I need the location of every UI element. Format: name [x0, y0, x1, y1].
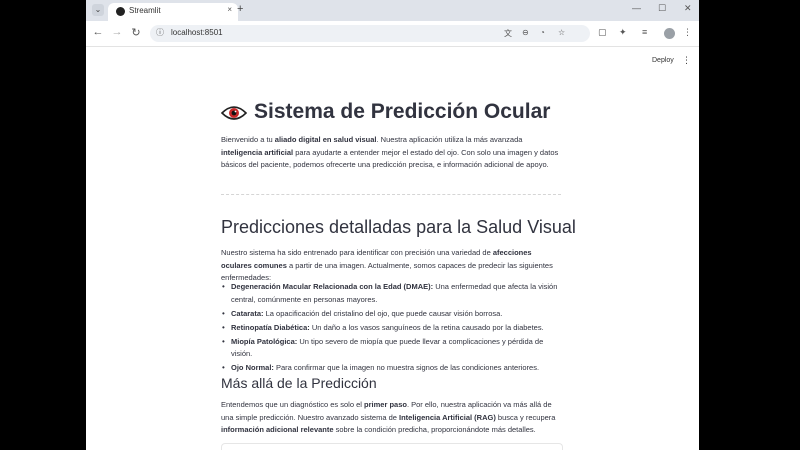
back-arrow-icon[interactable]: ← [91, 26, 105, 38]
intro-paragraph: Bienvenido a tu aliado digital en salud … [221, 135, 559, 169]
deploy-button[interactable]: Deploy [652, 57, 674, 64]
tab-title: Streamlit [129, 6, 161, 15]
section-heading-predicciones: Predicciones detalladas para la Salud Vi… [221, 217, 576, 237]
list-item: Ojo Normal: Para confirmar que la imagen… [221, 362, 561, 375]
tab-search-button[interactable]: ⌄ [92, 4, 104, 16]
url-text: localhost:8501 [171, 28, 223, 37]
puzzle-icon[interactable]: ✦ [619, 27, 627, 38]
content-card [221, 443, 563, 450]
tab-strip: ⌄ Streamlit × + — ☐ ✕ [86, 0, 699, 21]
minimize-button[interactable]: — [632, 3, 641, 13]
profile-avatar[interactable] [664, 28, 675, 39]
list-item: Catarata: La opacificación del cristalin… [221, 308, 561, 321]
site-info-icon[interactable]: ⓘ [156, 27, 164, 38]
list-item: Degeneración Macular Relacionada con la … [221, 281, 561, 306]
address-bar[interactable]: ⓘ localhost:8501 文 ⊖ ◔ ☆ [150, 25, 590, 42]
window-close-button[interactable]: ✕ [684, 3, 692, 14]
browser-window: ⌄ Streamlit × + — ☐ ✕ ← → ↻ ⓘ localhost:… [86, 0, 699, 450]
bookmark-star-icon[interactable]: ☆ [558, 28, 565, 37]
section2-paragraph: Entendemos que un diagnóstico es solo el… [221, 400, 556, 434]
eye-icon [221, 106, 247, 120]
browser-tab[interactable]: Streamlit × [108, 3, 238, 21]
app-menu-icon[interactable]: ⋮ [682, 55, 691, 66]
performance-icon[interactable]: ◔ [540, 28, 545, 37]
browser-toolbar: ← → ↻ ⓘ localhost:8501 文 ⊖ ◔ ☆ ▢ ✦ ≡ ⋮ [86, 21, 699, 47]
section1-paragraph: Nuestro sistema ha sido entrenado para i… [221, 248, 553, 282]
browser-menu-icon[interactable]: ⋮ [683, 27, 692, 38]
page-title: Sistema de Predicción Ocular [254, 100, 551, 123]
translate-icon[interactable]: 文 [504, 28, 512, 39]
extension-icon[interactable]: ▢ [598, 27, 607, 38]
disease-list: Degeneración Macular Relacionada con la … [221, 281, 561, 376]
new-tab-button[interactable]: + [237, 3, 243, 15]
streamlit-header: Deploy ⋮ [86, 47, 699, 75]
forward-arrow-icon[interactable]: → [110, 26, 124, 38]
zoom-icon[interactable]: ⊖ [522, 28, 529, 37]
tab-close-icon[interactable]: × [227, 5, 232, 14]
list-item: Miopía Patológica: Un tipo severo de mio… [221, 336, 561, 361]
reload-icon[interactable]: ↻ [129, 26, 143, 39]
maximize-button[interactable]: ☐ [658, 3, 666, 14]
media-icon[interactable]: ≡ [642, 27, 647, 37]
section-heading-mas-alla: Más allá de la Predicción [221, 375, 377, 391]
streamlit-favicon-icon [116, 7, 125, 16]
title-row: Sistema de Predicción Ocular [221, 100, 561, 130]
list-item: Retinopatía Diabética: Un daño a los vas… [221, 322, 561, 335]
divider [221, 194, 561, 195]
